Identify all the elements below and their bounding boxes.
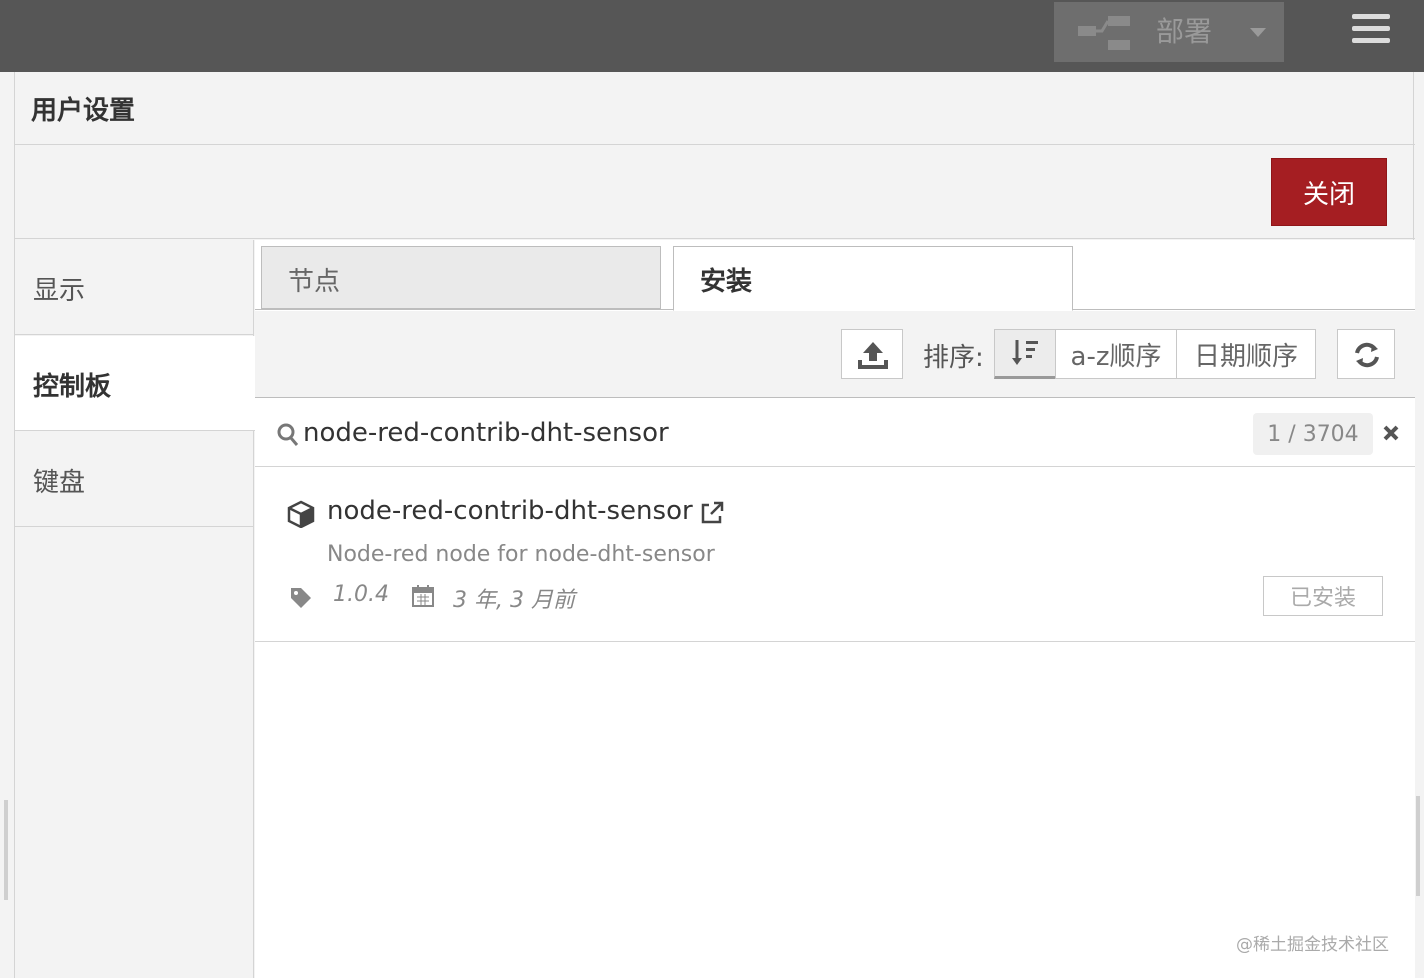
package-list-item: node-red-contrib-dht-sensor Node-red nod…	[255, 468, 1415, 642]
resize-handle-right[interactable]	[1416, 796, 1420, 896]
user-settings-dialog: 用户设置 关闭 显示 控制板 键盘 节点 安装 排序: a-z顺序 日期顺序 n…	[14, 72, 1415, 978]
sidebar-item-label: 键盘	[33, 468, 86, 498]
deploy-label: 部署	[1156, 15, 1213, 48]
upload-icon	[858, 342, 888, 369]
deploy-flow-icon	[1078, 16, 1130, 50]
tab-label: 安装	[700, 267, 753, 297]
caret-down-icon[interactable]	[1250, 28, 1266, 37]
settings-sidebar: 显示 控制板 键盘	[15, 240, 255, 978]
search-input[interactable]	[303, 411, 1103, 455]
tab-install[interactable]: 安装	[673, 246, 1073, 311]
sort-alpha-button[interactable]: a-z顺序	[1055, 329, 1177, 379]
sort-label: 排序:	[923, 343, 984, 373]
resize-handle-left[interactable]	[4, 800, 8, 900]
palette-panel: 节点 安装 排序: a-z顺序 日期顺序 node-red-contrib-dh…	[255, 240, 1415, 978]
refresh-button[interactable]	[1337, 329, 1395, 379]
refresh-icon	[1355, 342, 1379, 368]
search-bar: 1 / 3704	[255, 399, 1415, 467]
sort-amount-icon	[1012, 340, 1038, 365]
tag-icon	[291, 588, 311, 608]
dialog-button-row: 关闭	[15, 146, 1415, 239]
cube-icon	[287, 500, 315, 528]
clear-search-icon[interactable]	[1381, 423, 1401, 443]
search-icon	[277, 423, 299, 446]
calendar-icon	[412, 585, 434, 607]
package-description: Node-red node for node-dht-sensor	[327, 542, 715, 567]
sidebar-item-palette[interactable]: 控制板	[15, 336, 255, 431]
sort-options: a-z顺序 日期顺序	[994, 329, 1316, 379]
package-version: 1.0.4	[333, 582, 389, 607]
sort-relevance-button[interactable]	[994, 329, 1056, 379]
tab-label: 节点	[288, 267, 341, 297]
upload-button[interactable]	[841, 329, 903, 379]
hamburger-menu-icon[interactable]	[1352, 14, 1390, 50]
package-name: node-red-contrib-dht-sensor	[327, 496, 693, 526]
top-header-bar: 部署	[0, 0, 1424, 72]
installed-button[interactable]: 已安装	[1263, 576, 1383, 616]
sidebar-item-label: 控制板	[33, 372, 112, 402]
external-link-icon[interactable]	[699, 500, 725, 526]
dialog-title-bar: 用户设置	[15, 72, 1415, 145]
palette-tabs: 节点 安装	[255, 240, 1415, 311]
sidebar-item-display[interactable]: 显示	[15, 240, 254, 335]
close-button[interactable]: 关闭	[1271, 158, 1387, 226]
sidebar-item-keyboard[interactable]: 键盘	[15, 432, 254, 527]
package-updated: 3 年, 3 月前	[453, 588, 575, 613]
sidebar-item-label: 显示	[33, 276, 86, 306]
dialog-title: 用户设置	[31, 96, 136, 126]
result-count-badge: 1 / 3704	[1253, 413, 1373, 455]
sort-date-button[interactable]: 日期顺序	[1176, 329, 1316, 379]
watermark: @稀土掘金技术社区	[1236, 935, 1389, 955]
sort-toolbar: 排序: a-z顺序 日期顺序	[255, 311, 1415, 398]
deploy-button[interactable]: 部署	[1054, 2, 1284, 62]
tab-nodes[interactable]: 节点	[261, 246, 661, 309]
